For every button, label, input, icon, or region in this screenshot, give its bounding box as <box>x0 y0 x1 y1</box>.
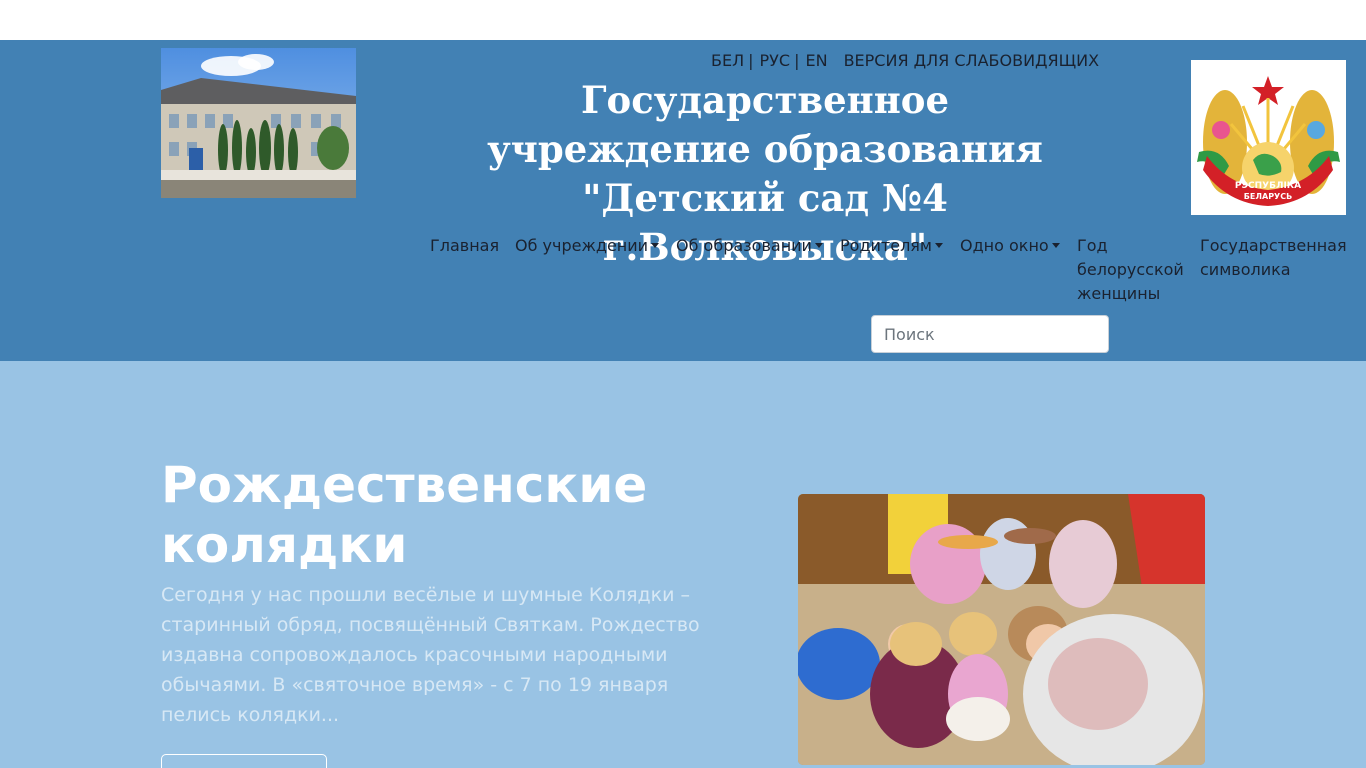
nav-item-label: Родителям <box>840 236 932 255</box>
belarus-emblem-icon: РЭСПУБЛІКА БЕЛАРУСЬ <box>1191 60 1346 215</box>
hero-title: Рождественские колядки <box>161 456 648 574</box>
hero-text: Сегодня у нас прошли весёлые и шумные Ко… <box>161 584 700 726</box>
read-more-button[interactable] <box>161 754 327 768</box>
lang-separator: | <box>748 50 754 70</box>
nav-item-label: Об учреждении <box>515 236 649 255</box>
search-input[interactable] <box>871 315 1109 353</box>
nav-item-label: Главная <box>430 236 500 255</box>
nav-item-home[interactable]: Главная <box>422 234 507 258</box>
nav-item-label: Одно окно <box>960 236 1049 255</box>
top-white-bar <box>0 0 1366 40</box>
nav-item-about[interactable]: Об учреждении <box>507 234 667 258</box>
low-vision-link[interactable]: ВЕРСИЯ ДЛЯ СЛАБОВИДЯЩИХ <box>844 51 1100 70</box>
caret-down-icon <box>651 243 660 248</box>
nav-item-year-women[interactable]: Год белорусской женщины <box>1069 234 1193 306</box>
lang-separator: | <box>794 50 800 70</box>
nav-item-one-window[interactable]: Одно окно <box>952 234 1068 258</box>
caret-down-icon <box>814 243 823 248</box>
nav-item-parents[interactable]: Родителям <box>832 234 951 258</box>
nav-item-label: Государственная символика <box>1200 236 1347 279</box>
building-photo <box>161 48 356 198</box>
caret-down-icon <box>934 243 943 248</box>
emblem-text-line1: РЭСПУБЛІКА <box>1235 181 1301 191</box>
language-switcher: БЕЛ | РУС | EN ВЕРСИЯ ДЛЯ СЛАБОВИДЯЩИХ <box>711 50 1099 70</box>
nav-item-label: Год белорусской женщины <box>1077 236 1184 303</box>
caret-down-icon <box>1051 243 1060 248</box>
site-header: БЕЛ | РУС | EN ВЕРСИЯ ДЛЯ СЛАБОВИДЯЩИХ Г… <box>0 40 1366 361</box>
lang-rus-link[interactable]: РУС <box>760 51 791 70</box>
lang-bel-link[interactable]: БЕЛ <box>711 51 744 70</box>
hero-section: Рождественские колядки Сегодня у нас про… <box>0 361 1366 768</box>
emblem-text-line2: БЕЛАРУСЬ <box>1244 192 1292 201</box>
hero-photo <box>798 494 1205 765</box>
nav-item-label: Об образовании <box>676 236 812 255</box>
nav-item-symbols[interactable]: Государственная символика <box>1192 234 1366 282</box>
nav-item-education[interactable]: Об образовании <box>668 234 831 258</box>
lang-en-link[interactable]: EN <box>805 51 827 70</box>
